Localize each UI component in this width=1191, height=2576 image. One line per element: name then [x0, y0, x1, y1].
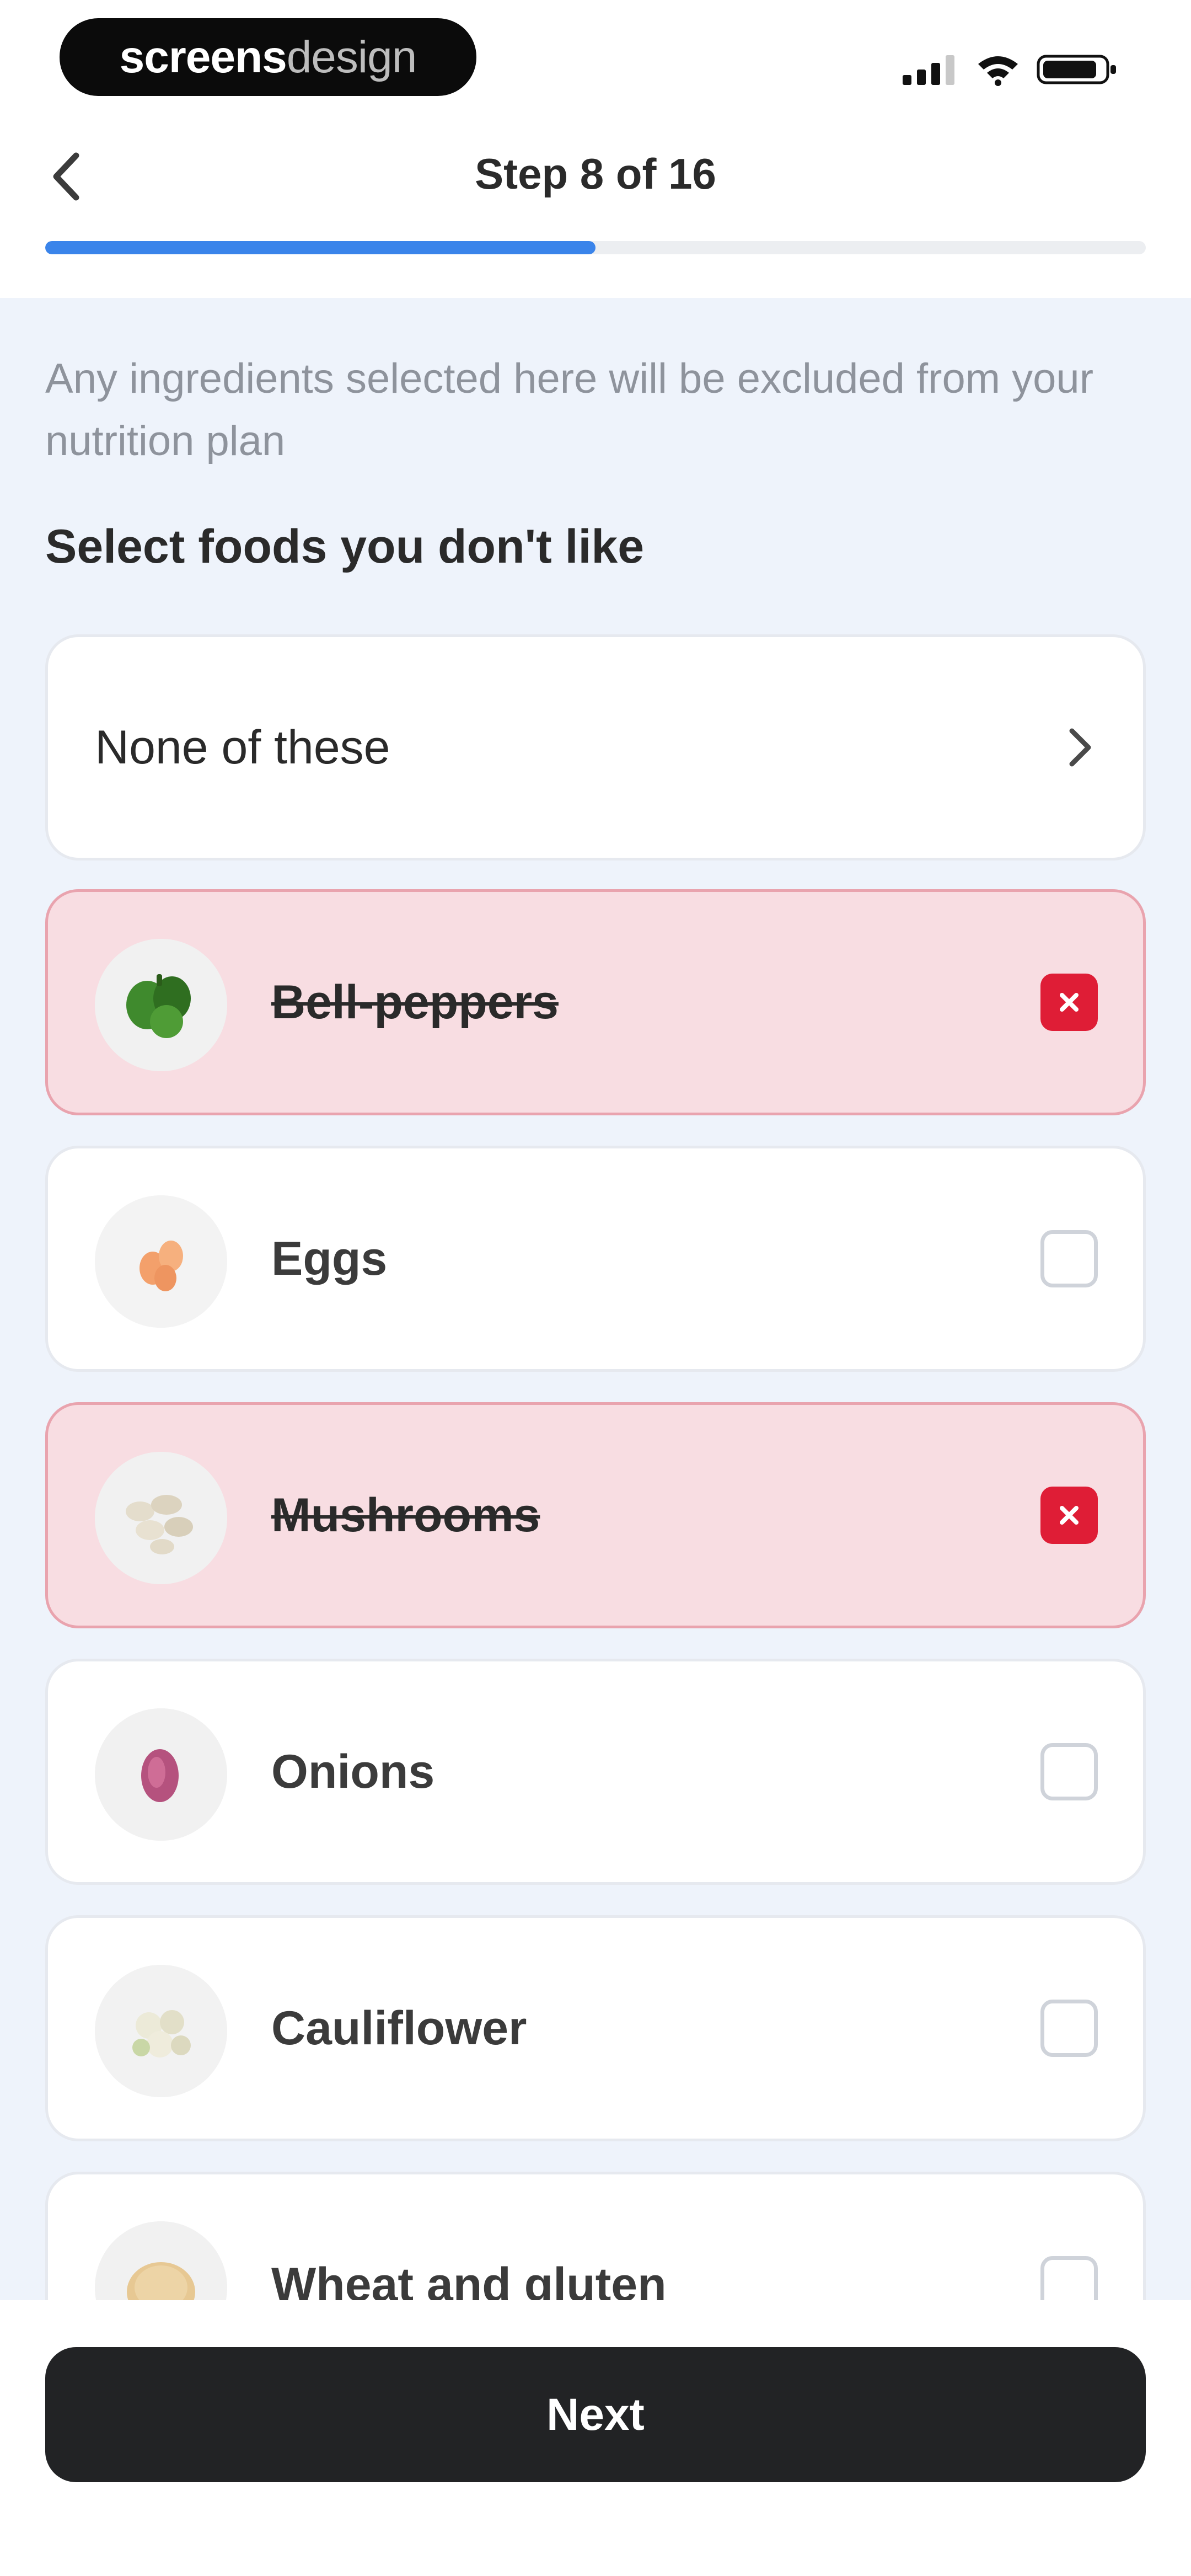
cauliflower-image: [95, 1965, 227, 2097]
cellular-signal-icon: [903, 55, 954, 85]
section-title: Select foods you don't like: [45, 520, 645, 573]
food-option-cauliflower[interactable]: Cauliflower: [45, 1915, 1146, 2141]
checkbox-checked[interactable]: [1040, 1487, 1098, 1544]
food-preferences-screen: screens design Step 8 of 16 Any ingredie…: [0, 0, 1191, 2576]
battery-icon: [1037, 55, 1116, 84]
x-mark-icon: [1060, 993, 1079, 1012]
food-label: Mushrooms: [271, 1488, 540, 1542]
screensdesign-logo: screens design: [60, 18, 476, 96]
checkbox-unchecked[interactable]: [1040, 2000, 1098, 2057]
food-option-eggs[interactable]: Eggs: [45, 1146, 1146, 1372]
food-option-onions[interactable]: Onions: [45, 1659, 1146, 1885]
progress-bar-fill: [45, 241, 596, 254]
option-label: None of these: [95, 720, 390, 774]
checkbox-unchecked[interactable]: [1040, 1743, 1098, 1800]
food-label: Cauliflower: [271, 2001, 527, 2055]
chevron-right-icon: [1069, 728, 1091, 767]
x-mark-icon: [1060, 1506, 1079, 1525]
food-label: Onions: [271, 1745, 435, 1798]
bottom-bar: Next: [0, 2300, 1191, 2576]
next-button[interactable]: Next: [45, 2347, 1146, 2482]
mushrooms-image: [95, 1452, 227, 1584]
bell-peppers-image: [95, 939, 227, 1071]
checkbox-checked[interactable]: [1040, 974, 1098, 1031]
food-option-bell-peppers[interactable]: Bell-peppers: [45, 889, 1146, 1115]
eggs-image: [95, 1195, 227, 1328]
checkbox-unchecked[interactable]: [1040, 1230, 1098, 1287]
onions-image: [95, 1708, 227, 1841]
top-bar: screens design Step 8 of 16: [0, 0, 1191, 298]
instruction-text: Any ingredients selected here will be ex…: [45, 355, 1094, 464]
none-of-these-option[interactable]: None of these: [45, 634, 1146, 861]
step-title: Step 8 of 16: [475, 149, 716, 198]
food-label: Eggs: [271, 1232, 388, 1285]
wifi-icon: [978, 56, 1018, 86]
food-label: Bell-peppers: [271, 975, 559, 1029]
progress-bar: [45, 241, 1146, 254]
food-option-mushrooms[interactable]: Mushrooms: [45, 1402, 1146, 1628]
